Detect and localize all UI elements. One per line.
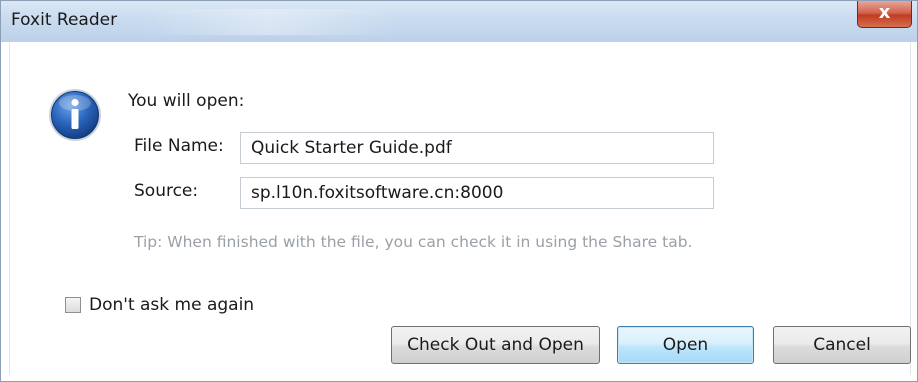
dont-ask-checkbox[interactable]	[65, 297, 81, 313]
dialog-window: Foxit Reader x You will open: File Name:…	[0, 0, 918, 382]
info-icon	[49, 89, 101, 141]
check-out-and-open-button[interactable]: Check Out and Open	[391, 326, 600, 364]
close-button[interactable]: x	[857, 1, 912, 28]
window-title: Foxit Reader	[11, 10, 118, 30]
source-label: Source:	[134, 181, 199, 201]
open-button[interactable]: Open	[617, 326, 754, 364]
title-bar[interactable]: Foxit Reader x	[1, 1, 917, 42]
tip-text: Tip: When finished with the file, you ca…	[134, 233, 693, 251]
dialog-heading: You will open:	[128, 91, 245, 111]
title-bar-highlight	[139, 9, 399, 35]
file-name-field[interactable]: Quick Starter Guide.pdf	[240, 132, 714, 164]
dont-ask-label[interactable]: Don't ask me again	[89, 295, 254, 315]
cancel-button[interactable]: Cancel	[773, 326, 911, 364]
source-field[interactable]: sp.l10n.foxitsoftware.cn:8000	[240, 177, 714, 209]
file-name-label: File Name:	[134, 136, 224, 156]
close-icon: x	[878, 2, 891, 23]
